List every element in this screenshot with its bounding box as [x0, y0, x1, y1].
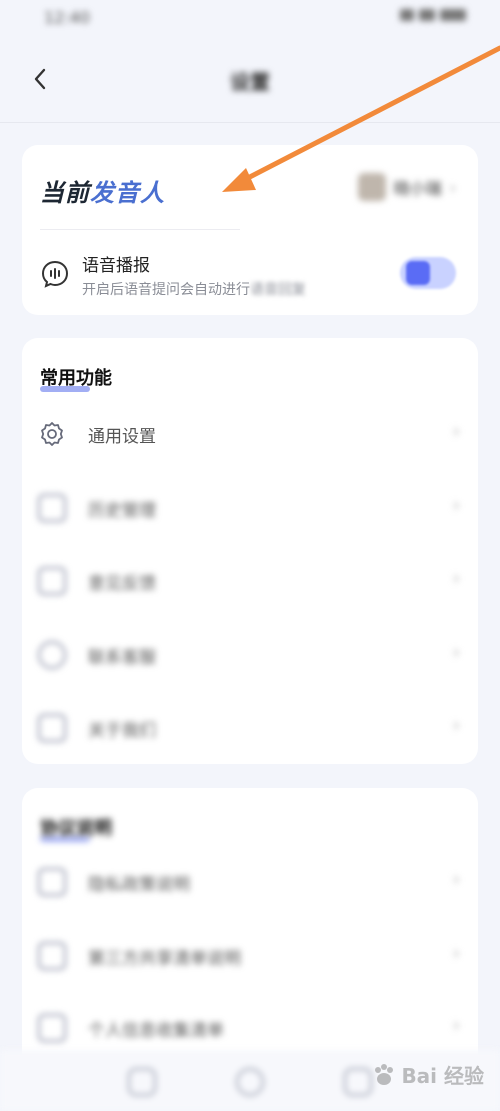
watermark-text: Bai 经验 — [401, 1064, 484, 1088]
chevron-right-icon: › — [452, 869, 460, 890]
broadcast-description: 开启后语音提问会自动进行语音回复 — [82, 279, 306, 299]
toggle-knob — [406, 261, 430, 285]
menu-label: 第三方共享清单说明 — [88, 949, 241, 969]
common-functions-card: 常用功能 通用设置 › 历史管理 › 意见反馈 › 联系客服 › 关于我们 › — [22, 338, 478, 764]
menu-item-about[interactable]: 关于我们 › — [22, 700, 478, 756]
menu-label: 意见反馈 — [88, 574, 156, 594]
speaker-avatar — [357, 173, 386, 201]
battery-icon — [440, 9, 466, 21]
status-time: 12:40 — [44, 8, 91, 27]
title-part-speaker: 发音人 — [90, 179, 165, 207]
document-icon — [38, 1014, 66, 1042]
current-speaker-title: 当前发音人 — [40, 173, 165, 208]
status-icons — [400, 9, 466, 21]
chevron-right-icon: › — [452, 421, 460, 442]
menu-label: 历史管理 — [88, 501, 156, 521]
voice-broadcast-toggle[interactable] — [400, 257, 456, 289]
menu-item-service[interactable]: 联系客服 › — [22, 627, 478, 683]
discover-tab-icon[interactable] — [236, 1068, 264, 1096]
chevron-right-icon: › — [452, 568, 460, 589]
broadcast-title: 语音播报 — [82, 256, 150, 276]
menu-label: 隐私政策说明 — [88, 875, 190, 895]
gear-icon — [41, 422, 63, 446]
agreements-card: 协议说明 隐私政策说明 › 第三方共享清单说明 › 个人信息收集清单 › — [22, 788, 478, 1088]
paw-logo-icon — [375, 1063, 394, 1085]
menu-label: 通用设置 — [88, 427, 156, 447]
page-title: 设置 — [230, 70, 270, 94]
menu-item-feedback[interactable]: 意见反馈 › — [22, 553, 478, 609]
chevron-right-icon: › — [452, 715, 460, 736]
title-part-current: 当前 — [40, 179, 90, 207]
nav-bar: 设置 — [0, 50, 500, 110]
menu-item-general-settings[interactable]: 通用设置 › — [22, 406, 478, 462]
status-bar: 12:40 — [0, 0, 500, 36]
chevron-right-icon: › — [452, 943, 460, 964]
feedback-icon — [38, 567, 66, 595]
menu-item-history[interactable]: 历史管理 › — [22, 480, 478, 536]
menu-label: 联系客服 — [88, 648, 156, 668]
menu-item-personal-info[interactable]: 个人信息收集清单 › — [22, 1000, 478, 1056]
broadcast-desc-main: 开启后语音提问会自动进行 — [82, 282, 250, 298]
document-icon — [38, 942, 66, 970]
profile-tab-icon[interactable] — [344, 1068, 372, 1096]
menu-item-third-party[interactable]: 第三方共享清单说明 › — [22, 928, 478, 984]
about-icon — [38, 714, 66, 742]
speaker-name: 晓小瑞 — [393, 179, 442, 198]
section-title-agreements: 协议说明 — [40, 818, 112, 839]
menu-label: 个人信息收集清单 — [88, 1021, 224, 1041]
voice-broadcast-icon — [41, 260, 69, 288]
chevron-right-icon: › — [452, 1015, 460, 1036]
chevron-right-icon: › — [452, 495, 460, 516]
broadcast-desc-tail: 语音回复 — [250, 282, 306, 298]
card-divider — [40, 229, 240, 230]
header-divider — [0, 122, 500, 123]
chat-tab-icon[interactable] — [128, 1068, 156, 1096]
menu-item-privacy[interactable]: 隐私政策说明 › — [22, 854, 478, 910]
menu-label: 关于我们 — [88, 721, 156, 741]
baidu-watermark: Bai 经验 — [371, 1060, 484, 1089]
document-icon — [38, 868, 66, 896]
speaker-select[interactable]: 晓小瑞 › — [357, 173, 456, 201]
history-icon — [38, 494, 66, 522]
chevron-right-icon: › — [449, 177, 456, 197]
signal-icon — [400, 9, 414, 21]
chevron-right-icon: › — [452, 642, 460, 663]
section-title-common: 常用功能 — [40, 368, 112, 389]
wifi-icon — [419, 9, 435, 21]
voice-card: 当前发音人 晓小瑞 › 语音播报 开启后语音提问会自动进行语音回复 — [22, 145, 478, 315]
service-icon — [38, 641, 66, 669]
